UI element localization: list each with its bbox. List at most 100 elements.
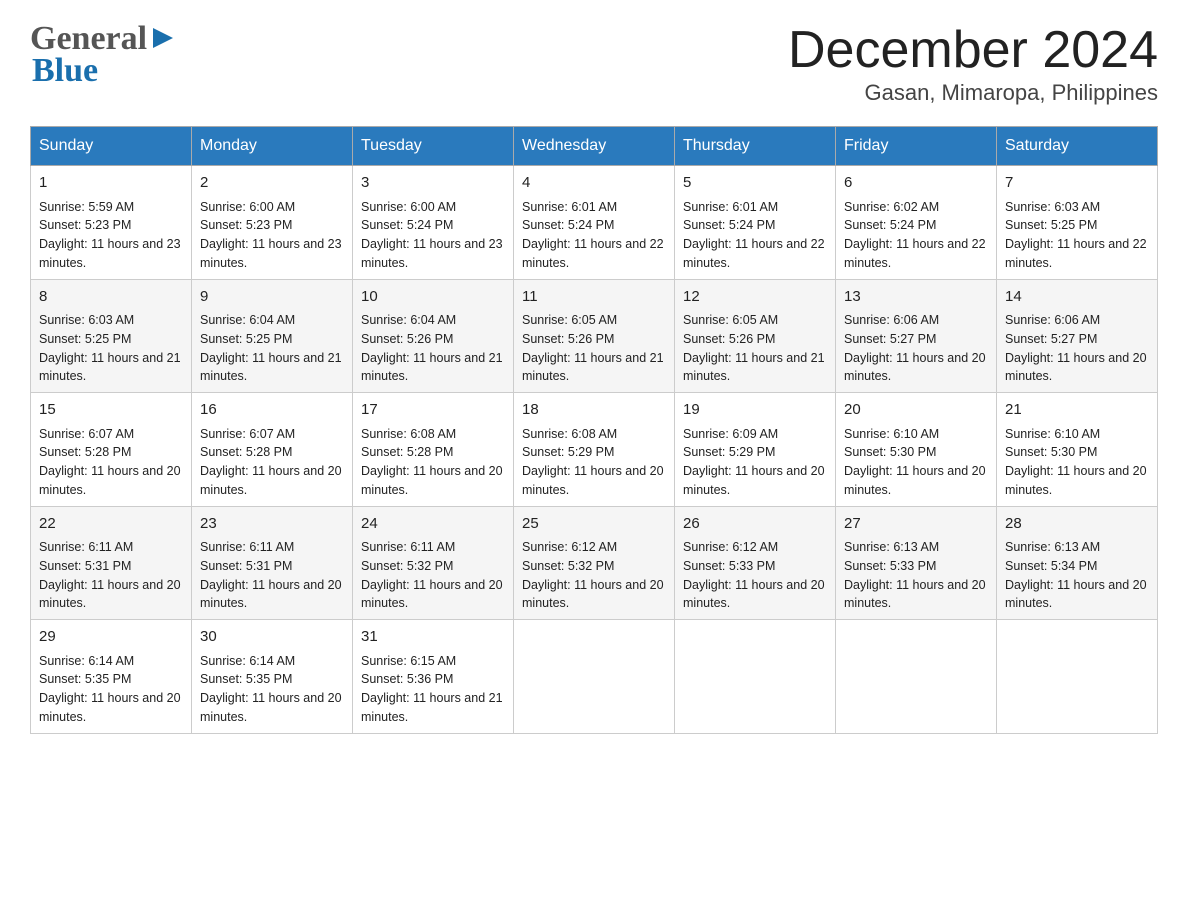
daylight-info: Daylight: 11 hours and 20 minutes. (844, 464, 986, 497)
daylight-info: Daylight: 11 hours and 22 minutes. (1005, 237, 1147, 270)
daylight-info: Daylight: 11 hours and 20 minutes. (200, 578, 342, 611)
sunset-info: Sunset: 5:30 PM (1005, 445, 1097, 459)
daylight-info: Daylight: 11 hours and 23 minutes. (200, 237, 342, 270)
sunrise-info: Sunrise: 6:14 AM (39, 654, 134, 668)
day-number: 21 (1005, 399, 1149, 422)
sunset-info: Sunset: 5:27 PM (1005, 332, 1097, 346)
daylight-info: Daylight: 11 hours and 20 minutes. (1005, 578, 1147, 611)
daylight-info: Daylight: 11 hours and 21 minutes. (361, 351, 503, 384)
sunset-info: Sunset: 5:35 PM (39, 672, 131, 686)
sunrise-info: Sunrise: 6:03 AM (1005, 200, 1100, 214)
sunrise-info: Sunrise: 6:01 AM (522, 200, 617, 214)
day-number: 30 (200, 626, 344, 649)
col-wednesday: Wednesday (514, 127, 675, 166)
calendar-cell: 3 Sunrise: 6:00 AM Sunset: 5:24 PM Dayli… (353, 166, 514, 280)
daylight-info: Daylight: 11 hours and 20 minutes. (683, 464, 825, 497)
calendar-cell: 10 Sunrise: 6:04 AM Sunset: 5:26 PM Dayl… (353, 279, 514, 393)
daylight-info: Daylight: 11 hours and 21 minutes. (39, 351, 181, 384)
day-number: 12 (683, 286, 827, 309)
calendar-cell: 27 Sunrise: 6:13 AM Sunset: 5:33 PM Dayl… (836, 506, 997, 620)
day-number: 17 (361, 399, 505, 422)
sunset-info: Sunset: 5:23 PM (39, 218, 131, 232)
sunrise-info: Sunrise: 6:12 AM (522, 540, 617, 554)
calendar-cell: 16 Sunrise: 6:07 AM Sunset: 5:28 PM Dayl… (192, 393, 353, 507)
sunrise-info: Sunrise: 6:09 AM (683, 427, 778, 441)
sunrise-info: Sunrise: 6:01 AM (683, 200, 778, 214)
day-number: 13 (844, 286, 988, 309)
sunrise-info: Sunrise: 6:08 AM (361, 427, 456, 441)
calendar-month-year: December 2024 (788, 20, 1158, 80)
day-number: 18 (522, 399, 666, 422)
sunset-info: Sunset: 5:29 PM (522, 445, 614, 459)
sunset-info: Sunset: 5:24 PM (844, 218, 936, 232)
sunrise-info: Sunrise: 6:05 AM (683, 313, 778, 327)
sunrise-info: Sunrise: 6:13 AM (844, 540, 939, 554)
sunrise-info: Sunrise: 6:13 AM (1005, 540, 1100, 554)
page-header: General Blue December 2024 Gasan, Mimaro… (30, 20, 1158, 106)
logo-blue-text: Blue (32, 52, 98, 89)
sunrise-info: Sunrise: 6:04 AM (200, 313, 295, 327)
daylight-info: Daylight: 11 hours and 21 minutes. (361, 691, 503, 724)
calendar-cell: 23 Sunrise: 6:11 AM Sunset: 5:31 PM Dayl… (192, 506, 353, 620)
calendar-cell: 1 Sunrise: 5:59 AM Sunset: 5:23 PM Dayli… (31, 166, 192, 280)
calendar-cell (997, 620, 1158, 734)
day-number: 19 (683, 399, 827, 422)
calendar-cell: 25 Sunrise: 6:12 AM Sunset: 5:32 PM Dayl… (514, 506, 675, 620)
day-number: 25 (522, 513, 666, 536)
sunset-info: Sunset: 5:24 PM (361, 218, 453, 232)
calendar-week-row: 8 Sunrise: 6:03 AM Sunset: 5:25 PM Dayli… (31, 279, 1158, 393)
sunset-info: Sunset: 5:33 PM (683, 559, 775, 573)
sunrise-info: Sunrise: 6:15 AM (361, 654, 456, 668)
sunset-info: Sunset: 5:32 PM (361, 559, 453, 573)
day-number: 2 (200, 172, 344, 195)
sunrise-info: Sunrise: 6:12 AM (683, 540, 778, 554)
day-number: 16 (200, 399, 344, 422)
calendar-cell (836, 620, 997, 734)
calendar-cell: 18 Sunrise: 6:08 AM Sunset: 5:29 PM Dayl… (514, 393, 675, 507)
sunrise-info: Sunrise: 6:11 AM (361, 540, 455, 554)
sunset-info: Sunset: 5:29 PM (683, 445, 775, 459)
calendar-cell: 29 Sunrise: 6:14 AM Sunset: 5:35 PM Dayl… (31, 620, 192, 734)
daylight-info: Daylight: 11 hours and 20 minutes. (844, 351, 986, 384)
day-number: 14 (1005, 286, 1149, 309)
day-number: 28 (1005, 513, 1149, 536)
sunset-info: Sunset: 5:25 PM (200, 332, 292, 346)
daylight-info: Daylight: 11 hours and 20 minutes. (1005, 464, 1147, 497)
day-number: 3 (361, 172, 505, 195)
daylight-info: Daylight: 11 hours and 20 minutes. (200, 464, 342, 497)
day-number: 9 (200, 286, 344, 309)
sunrise-info: Sunrise: 6:11 AM (39, 540, 133, 554)
sunset-info: Sunset: 5:31 PM (200, 559, 292, 573)
logo-arrow-icon (149, 24, 177, 52)
day-number: 27 (844, 513, 988, 536)
sunrise-info: Sunrise: 6:00 AM (361, 200, 456, 214)
calendar-cell: 12 Sunrise: 6:05 AM Sunset: 5:26 PM Dayl… (675, 279, 836, 393)
day-number: 22 (39, 513, 183, 536)
col-tuesday: Tuesday (353, 127, 514, 166)
daylight-info: Daylight: 11 hours and 21 minutes. (683, 351, 825, 384)
col-saturday: Saturday (997, 127, 1158, 166)
calendar-week-row: 1 Sunrise: 5:59 AM Sunset: 5:23 PM Dayli… (31, 166, 1158, 280)
day-number: 29 (39, 626, 183, 649)
sunset-info: Sunset: 5:36 PM (361, 672, 453, 686)
calendar-cell: 31 Sunrise: 6:15 AM Sunset: 5:36 PM Dayl… (353, 620, 514, 734)
day-number: 31 (361, 626, 505, 649)
calendar-cell: 21 Sunrise: 6:10 AM Sunset: 5:30 PM Dayl… (997, 393, 1158, 507)
day-number: 26 (683, 513, 827, 536)
day-number: 6 (844, 172, 988, 195)
sunset-info: Sunset: 5:26 PM (522, 332, 614, 346)
calendar-cell: 26 Sunrise: 6:12 AM Sunset: 5:33 PM Dayl… (675, 506, 836, 620)
calendar-cell (675, 620, 836, 734)
calendar-cell: 7 Sunrise: 6:03 AM Sunset: 5:25 PM Dayli… (997, 166, 1158, 280)
daylight-info: Daylight: 11 hours and 20 minutes. (361, 464, 503, 497)
day-number: 7 (1005, 172, 1149, 195)
sunrise-info: Sunrise: 6:00 AM (200, 200, 295, 214)
sunrise-info: Sunrise: 6:05 AM (522, 313, 617, 327)
calendar-cell: 11 Sunrise: 6:05 AM Sunset: 5:26 PM Dayl… (514, 279, 675, 393)
sunset-info: Sunset: 5:31 PM (39, 559, 131, 573)
sunrise-info: Sunrise: 6:14 AM (200, 654, 295, 668)
calendar-cell: 24 Sunrise: 6:11 AM Sunset: 5:32 PM Dayl… (353, 506, 514, 620)
daylight-info: Daylight: 11 hours and 20 minutes. (683, 578, 825, 611)
day-number: 11 (522, 286, 666, 309)
sunrise-info: Sunrise: 6:11 AM (200, 540, 294, 554)
